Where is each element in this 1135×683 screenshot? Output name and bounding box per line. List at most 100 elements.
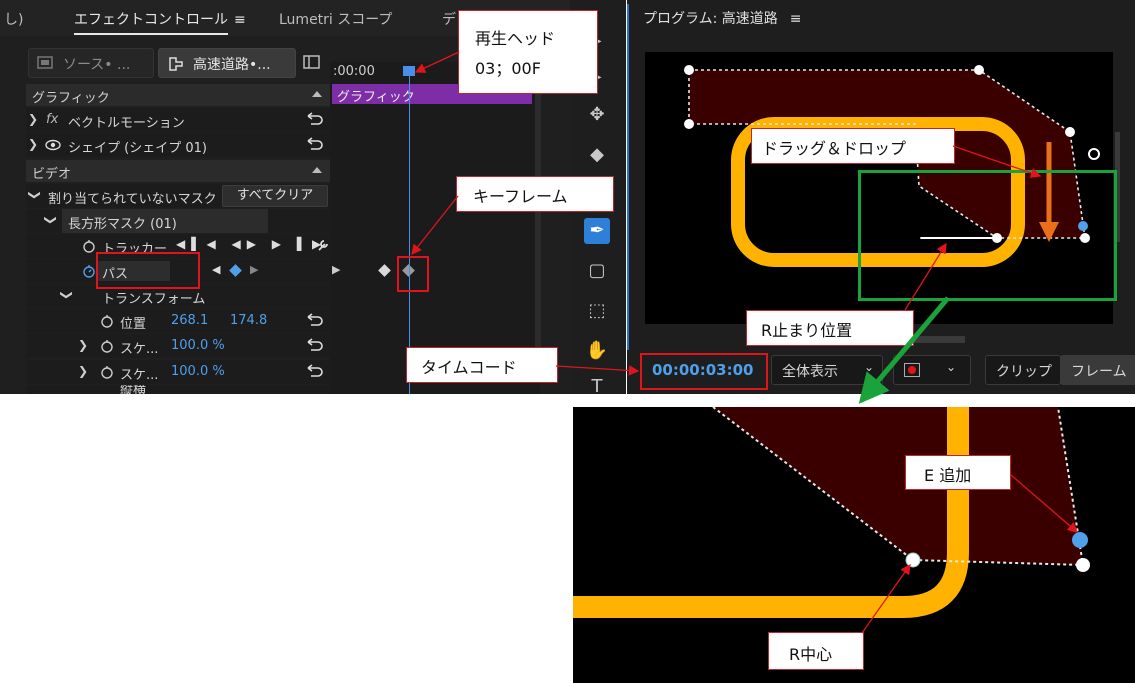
- zoom-vertex: [1076, 558, 1090, 572]
- playhead-line[interactable]: [409, 70, 410, 394]
- zoom-select[interactable]: 全体表示 ⌄: [771, 355, 883, 385]
- pen-tool-icon[interactable]: ✒: [584, 218, 610, 244]
- tab-cut-suffix[interactable]: デ: [442, 9, 456, 29]
- tab-effect-controls[interactable]: エフェクトコントロール ≡: [74, 9, 246, 35]
- safe-margin-icon: [904, 363, 920, 377]
- scale-label: スケ...: [120, 368, 159, 383]
- cut-row-label: 縦横: [120, 385, 147, 394]
- stopwatch-icon[interactable]: [82, 239, 96, 253]
- add-keyframe-icon[interactable]: [229, 264, 242, 277]
- row-position[interactable]: 位置 268.1 174.8: [26, 309, 330, 333]
- timeline-keyframe-nav-icon[interactable]: ▶: [332, 263, 340, 276]
- section-graphic-label: グラフィック: [32, 91, 110, 106]
- position-label: 位置: [120, 317, 147, 332]
- program-title-label: プログラム: 高速道路: [643, 11, 778, 27]
- row-unassigned-mask[interactable]: ❯ 割り当てられていないマスク すべてクリア: [26, 184, 330, 208]
- collapse-icon[interactable]: [312, 167, 322, 173]
- row-scale-2[interactable]: ❯ スケ... 100.0 %: [26, 360, 330, 384]
- section-video[interactable]: ビデオ: [26, 160, 330, 182]
- scale-value[interactable]: 100.0 %: [171, 338, 225, 353]
- position-x-value[interactable]: 268.1: [171, 313, 208, 328]
- timeline-scrollbar[interactable]: [535, 62, 541, 362]
- frame-toggle[interactable]: フレーム: [1060, 355, 1135, 385]
- scale-value[interactable]: 100.0 %: [171, 364, 225, 379]
- chevron-down-icon: ⌄: [946, 360, 957, 374]
- playhead-handle[interactable]: [403, 66, 415, 76]
- zoom-region-frame: [858, 170, 1117, 301]
- ripple-edit-tool-icon[interactable]: ✥: [584, 102, 610, 128]
- callout-drag-drop: ドラッグ＆ドロップ: [751, 128, 955, 164]
- callout-keyframe: キーフレーム: [456, 176, 614, 212]
- hand-tool-icon[interactable]: ✋: [584, 338, 610, 364]
- marquee-tool-icon[interactable]: ⬚: [584, 298, 610, 324]
- callout-playhead: 再生ヘッド 03；00F: [458, 10, 598, 94]
- rectangle-tool-icon[interactable]: ▢: [584, 258, 610, 284]
- tab-cut-prefix[interactable]: し): [4, 9, 23, 29]
- transform-label: トランスフォーム: [102, 292, 206, 307]
- timeline-ruler[interactable]: :00:00: [333, 64, 375, 79]
- tab-effect-controls-label: エフェクトコントロール: [74, 12, 228, 28]
- expand-chevron-icon[interactable]: ❯: [44, 215, 58, 225]
- row-rect-mask[interactable]: ❯ 長方形マスク (01): [26, 209, 330, 233]
- timeline-clip-label: グラフィック: [337, 90, 415, 105]
- collapse-icon[interactable]: [312, 91, 322, 97]
- pen-cursor-icon: [1088, 148, 1100, 160]
- program-menu-icon[interactable]: ≡: [790, 11, 802, 27]
- reset-icon[interactable]: [306, 338, 324, 352]
- reset-icon[interactable]: [306, 313, 324, 327]
- stopwatch-icon[interactable]: [100, 314, 114, 328]
- row-vector-motion[interactable]: ❯ fx ベクトルモーション: [26, 108, 330, 132]
- expand-chevron-icon[interactable]: ❯: [78, 364, 88, 378]
- quality-select[interactable]: ⌄: [893, 355, 971, 385]
- row-shape[interactable]: ❯ シェイプ (シェイプ 01): [26, 133, 330, 157]
- source-bar: ソース• ... 高速道路•...: [0, 42, 330, 80]
- callout-r-center-label: R中心: [789, 645, 833, 664]
- prev-keyframe-icon[interactable]: ◀: [212, 263, 220, 276]
- tab-menu-icon[interactable]: ≡: [234, 12, 246, 28]
- effect-timeline[interactable]: [330, 62, 540, 394]
- zoom-inset: E 追加 R中心: [573, 407, 1135, 683]
- eye-icon[interactable]: [45, 139, 61, 151]
- type-tool-icon[interactable]: T: [584, 374, 610, 400]
- clear-all-button[interactable]: すべてクリア: [222, 185, 328, 207]
- zoom-select-label: 全体表示: [782, 364, 838, 380]
- razor-tool-icon[interactable]: ◆: [584, 142, 610, 168]
- mask-vertex[interactable]: [974, 65, 984, 75]
- source-button[interactable]: ソース• ...: [28, 48, 154, 78]
- mask-vertex[interactable]: [1065, 127, 1075, 137]
- clip-toggle[interactable]: クリップ: [985, 355, 1061, 385]
- callout-e-add-label: E 追加: [924, 466, 972, 485]
- mask-vertex[interactable]: [684, 119, 694, 129]
- source-button-label: ソース• ...: [63, 57, 131, 73]
- panel-toggle-icon[interactable]: [302, 54, 322, 70]
- reset-icon[interactable]: [306, 137, 324, 151]
- mask-vertex[interactable]: [684, 65, 694, 75]
- stopwatch-icon[interactable]: [100, 339, 114, 353]
- tracker-controls-icon[interactable]: ◀▌◀ ◀▶ ▶ ▌▶: [176, 237, 327, 251]
- sequence-icon: [169, 57, 183, 71]
- panel-focus-border: [627, 4, 629, 384]
- row-scale-1[interactable]: ❯ スケ... 100.0 %: [26, 334, 330, 358]
- stopwatch-active-icon[interactable]: [82, 264, 96, 278]
- callout-timecode-label: タイムコード: [421, 358, 517, 377]
- section-graphic[interactable]: グラフィック: [26, 84, 330, 106]
- expand-chevron-icon[interactable]: ❯: [28, 190, 42, 200]
- sequence-button[interactable]: 高速道路•...: [158, 48, 296, 78]
- zoom-mask-shape: [713, 407, 1083, 565]
- unassigned-mask-label: 割り当てられていないマスク: [48, 192, 217, 207]
- reset-icon[interactable]: [306, 112, 324, 126]
- fx-icon[interactable]: fx: [46, 112, 58, 127]
- highlight-timecode: [640, 353, 768, 390]
- expand-chevron-icon[interactable]: ❯: [28, 137, 38, 151]
- expand-chevron-icon[interactable]: ❯: [28, 112, 38, 126]
- wrench-icon[interactable]: [316, 238, 330, 252]
- tab-lumetri-scopes[interactable]: Lumetri スコープ: [279, 9, 392, 29]
- frame-toggle-label: フレーム: [1071, 364, 1127, 380]
- expand-chevron-icon[interactable]: ❯: [78, 338, 88, 352]
- program-title[interactable]: プログラム: 高速道路 ≡: [643, 8, 801, 28]
- next-keyframe-icon[interactable]: ▶: [250, 263, 258, 276]
- position-y-value[interactable]: 174.8: [230, 313, 267, 328]
- expand-chevron-icon[interactable]: ❯: [60, 290, 74, 300]
- reset-icon[interactable]: [306, 364, 324, 378]
- stopwatch-icon[interactable]: [100, 365, 114, 379]
